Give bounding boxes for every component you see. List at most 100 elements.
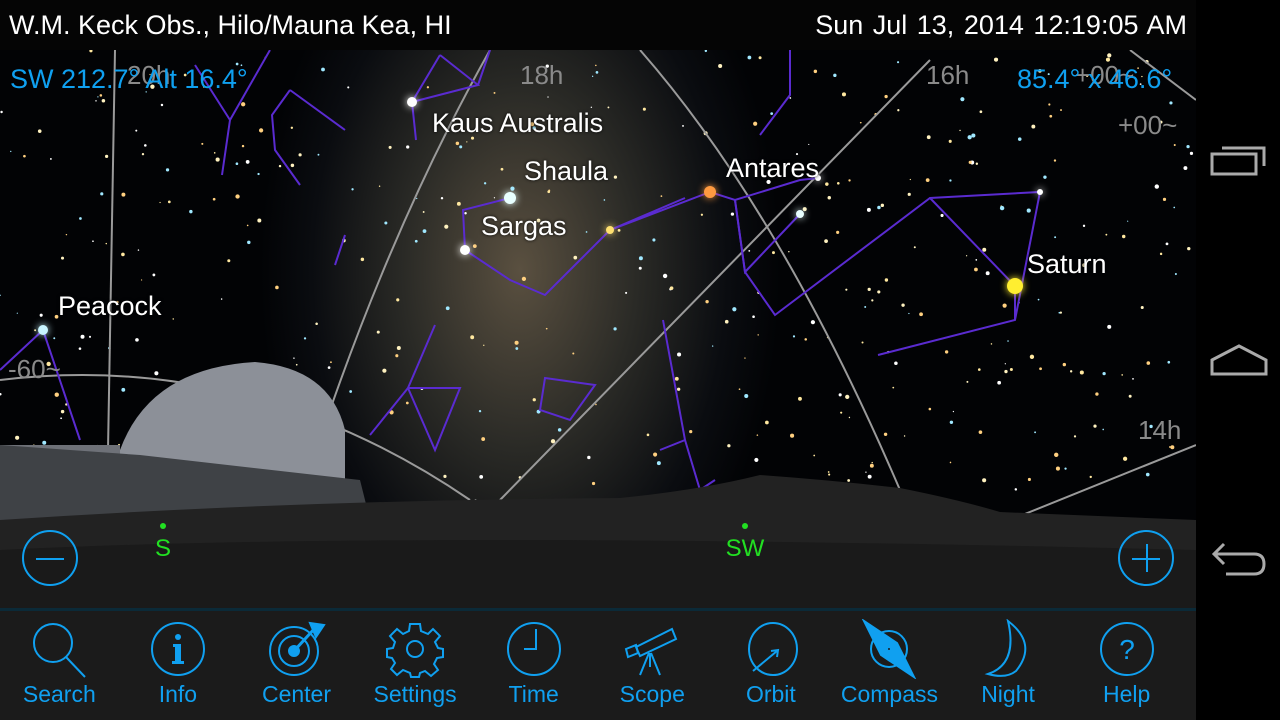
star <box>908 312 910 315</box>
star <box>772 251 775 255</box>
star <box>865 471 867 473</box>
star <box>705 299 709 304</box>
star-label-shaula[interactable]: Shaula <box>524 156 608 187</box>
star <box>65 233 68 236</box>
star <box>443 474 447 478</box>
star <box>1014 488 1018 491</box>
star <box>1132 378 1134 380</box>
star <box>317 153 320 156</box>
direction-south: S <box>150 523 176 563</box>
star-label-antares[interactable]: Antares <box>726 153 819 184</box>
info-button[interactable]: Info <box>119 611 238 720</box>
star <box>864 305 867 308</box>
star <box>278 164 282 168</box>
planet-label-saturn[interactable]: Saturn <box>1027 249 1107 280</box>
star <box>135 129 138 132</box>
star <box>440 196 444 200</box>
star-label-kaus-australis[interactable]: Kaus Australis <box>432 108 603 139</box>
star <box>1159 252 1163 256</box>
home-icon[interactable] <box>1210 340 1268 380</box>
settings-button[interactable]: Settings <box>356 611 475 720</box>
search-button[interactable]: Search <box>0 611 119 720</box>
center-button[interactable]: Center <box>237 611 356 720</box>
star <box>747 55 752 60</box>
zoom-out-button[interactable] <box>22 530 78 586</box>
star <box>60 409 65 414</box>
star <box>360 257 365 262</box>
star <box>585 231 588 233</box>
star <box>613 327 617 331</box>
recent-apps-icon[interactable] <box>1210 140 1268 180</box>
center-label: Center <box>261 681 331 707</box>
info-icon <box>150 622 205 676</box>
star <box>384 221 388 225</box>
star <box>884 94 888 99</box>
star <box>247 240 251 245</box>
bright-star <box>38 325 48 335</box>
star <box>426 86 430 89</box>
star <box>982 247 987 252</box>
settings-label: Settings <box>373 681 457 707</box>
star <box>789 97 792 99</box>
star <box>470 335 475 340</box>
star <box>595 403 597 406</box>
star <box>92 240 94 243</box>
star <box>79 217 82 220</box>
star <box>1043 175 1047 179</box>
star <box>141 152 145 156</box>
scope-label: Scope <box>619 681 685 707</box>
star <box>744 394 749 399</box>
star <box>1017 137 1022 141</box>
help-button[interactable]: ? Help <box>1067 611 1186 720</box>
star <box>1186 144 1190 149</box>
star <box>121 252 125 257</box>
night-button[interactable]: Night <box>949 611 1068 720</box>
star <box>877 290 881 294</box>
star <box>396 298 400 302</box>
star-label-peacock[interactable]: Peacock <box>58 291 162 322</box>
star <box>792 335 796 338</box>
time-button[interactable]: Time <box>474 611 593 720</box>
star <box>258 128 264 133</box>
star <box>1089 475 1092 479</box>
direction-southwest: SW <box>720 523 770 563</box>
star <box>1049 114 1053 118</box>
datetime-label[interactable]: Sun Jul 13, 2014 12:19:05 AM <box>815 10 1187 41</box>
orbit-button[interactable]: Orbit <box>712 611 831 720</box>
star <box>756 434 759 436</box>
star <box>121 387 126 392</box>
star <box>53 337 56 340</box>
star-label-sargas[interactable]: Sargas <box>481 211 567 242</box>
star <box>871 461 873 464</box>
star <box>757 334 759 336</box>
grid-label-dec: +00~ <box>1118 110 1178 140</box>
sky-chart[interactable]: SW 212.7° Alt 16.4° 85.4° x 46.6° 20h 18… <box>0 50 1196 608</box>
star <box>883 432 888 437</box>
star <box>1054 236 1057 239</box>
star <box>1174 272 1177 276</box>
star <box>978 430 983 434</box>
star <box>925 178 930 182</box>
star <box>859 121 862 124</box>
star <box>866 207 871 212</box>
location-label[interactable]: W.M. Keck Obs., Hilo/Mauna Kea, HI <box>9 10 452 41</box>
star <box>591 481 596 486</box>
star <box>1062 362 1067 367</box>
star <box>493 91 496 94</box>
back-icon[interactable] <box>1210 538 1268 578</box>
scope-button[interactable]: Scope <box>593 611 712 720</box>
star <box>1140 305 1144 310</box>
star <box>293 357 295 359</box>
star <box>573 255 578 260</box>
star <box>80 334 85 339</box>
star <box>1029 354 1035 359</box>
star <box>521 276 527 282</box>
star <box>838 393 842 397</box>
star <box>241 144 245 148</box>
star <box>105 242 107 245</box>
zoom-in-button[interactable] <box>1118 530 1174 586</box>
compass-button[interactable]: Compass <box>830 611 949 720</box>
star <box>1168 446 1171 448</box>
star <box>257 172 260 176</box>
star <box>894 361 898 366</box>
